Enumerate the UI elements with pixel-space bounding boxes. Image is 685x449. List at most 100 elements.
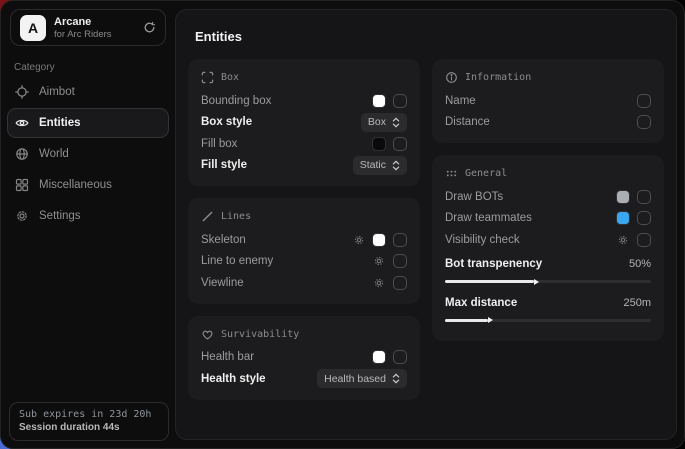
setting-label: Skeleton [201,234,246,246]
information-panel: Information Name Distance [432,59,664,143]
fill-box-checkbox[interactable] [393,137,407,151]
setting-row-bounding-box: Bounding box [201,90,407,112]
setting-row-draw-bots: Draw BOTs [445,186,651,208]
grid-icon [15,178,29,192]
settings-cog-icon[interactable] [617,234,629,246]
sidebar-item-label: Settings [39,210,81,222]
box-panel: Box Bounding box Box style Box [188,59,420,186]
box-style-dropdown[interactable]: Box [361,113,407,132]
app-title: Arcane [54,16,135,28]
crosshair-icon [15,85,29,99]
sidebar-item-label: Entities [39,117,81,129]
setting-row-viewline: Viewline [201,272,407,294]
survivability-panel: Survivability Health bar Health style He… [188,316,420,400]
setting-label: Visibility check [445,234,520,246]
bot-transparency-slider[interactable] [445,280,651,283]
subscription-card: Sub expires in 23d 20h Session duration … [9,402,169,441]
settings-cog-icon[interactable] [353,234,365,246]
left-column: Box Bounding box Box style Box [188,59,420,400]
sidebar-item-miscellaneous[interactable]: Miscellaneous [7,170,169,200]
color-swatch[interactable] [617,191,629,203]
setting-label: Bot transpenency [445,258,542,270]
max-distance-slider[interactable] [445,319,651,322]
viewline-checkbox[interactable] [393,276,407,290]
color-swatch[interactable] [373,351,385,363]
setting-label: Bounding box [201,95,271,107]
setting-row-skeleton: Skeleton [201,229,407,251]
panel-title: Survivability [221,329,299,340]
line-to-enemy-checkbox[interactable] [393,254,407,268]
heart-icon [201,328,214,341]
visibility-check-checkbox[interactable] [637,233,651,247]
skeleton-checkbox[interactable] [393,233,407,247]
sidebar-item-label: World [39,148,69,160]
dropdown-value: Health based [324,373,386,385]
dots-grid-icon [445,167,458,180]
right-column: Information Name Distance [432,59,664,400]
slider-fill [445,319,488,322]
settings-cog-icon[interactable] [373,277,385,289]
color-swatch[interactable] [373,138,385,150]
line-icon [201,210,214,223]
setting-row-name: Name [445,90,651,112]
lines-panel: Lines Skeleton Line to enemy [188,198,420,304]
setting-row-distance: Distance [445,112,651,134]
setting-label: Health bar [201,351,254,363]
bot-transparency-group: Bot transpenency 50% [445,254,651,284]
bounding-box-checkbox[interactable] [393,94,407,108]
setting-label: Fill box [201,138,237,150]
setting-label: Distance [445,116,490,128]
draw-teammates-checkbox[interactable] [637,211,651,225]
setting-label: Viewline [201,277,244,289]
panel-title: Information [465,72,531,83]
sidebar-item-world[interactable]: World [7,139,169,169]
panel-title: Lines [221,211,251,222]
dropdown-value: Static [360,159,386,171]
eye-icon [15,116,29,130]
chevrons-up-down-icon [392,117,400,128]
app-window: A Arcane for Arc Riders Category Aimbot [0,0,685,449]
app-subtitle: for Arc Riders [54,29,135,40]
setting-row-line-to-enemy: Line to enemy [201,251,407,273]
color-swatch[interactable] [373,234,385,246]
info-icon [445,71,458,84]
main-content: Entities Box Bounding box [175,9,677,440]
setting-row-visibility-check: Visibility check [445,229,651,251]
slider-value: 50% [629,258,651,270]
setting-label: Box style [201,116,252,128]
setting-row-fill-box: Fill box [201,133,407,155]
brand-text: Arcane for Arc Riders [54,16,135,40]
setting-label: Name [445,95,476,107]
name-checkbox[interactable] [637,94,651,108]
sidebar-item-label: Miscellaneous [39,179,112,191]
corners-icon [201,71,214,84]
health-style-dropdown[interactable]: Health based [317,369,407,388]
fill-style-dropdown[interactable]: Static [353,156,407,175]
color-swatch[interactable] [617,212,629,224]
setting-label: Health style [201,373,266,385]
setting-row-draw-teammates: Draw teammates [445,208,651,230]
health-bar-checkbox[interactable] [393,350,407,364]
sidebar-item-label: Aimbot [39,86,75,98]
setting-label: Draw teammates [445,212,532,224]
color-swatch[interactable] [373,95,385,107]
session-duration-text: Session duration 44s [19,422,159,433]
sidebar: A Arcane for Arc Riders Category Aimbot [1,1,175,448]
setting-label: Max distance [445,297,517,309]
setting-row-health-style: Health style Health based [201,368,407,390]
distance-checkbox[interactable] [637,115,651,129]
sidebar-item-aimbot[interactable]: Aimbot [7,77,169,107]
setting-label: Draw BOTs [445,191,503,203]
refresh-icon[interactable] [143,21,156,34]
brand-card: A Arcane for Arc Riders [10,9,166,46]
panel-title: Box [221,72,239,83]
sidebar-item-settings[interactable]: Settings [7,201,169,231]
settings-cog-icon[interactable] [373,255,385,267]
draw-bots-checkbox[interactable] [637,190,651,204]
app-logo: A [20,15,46,41]
max-distance-group: Max distance 250m [445,292,651,322]
sidebar-item-entities[interactable]: Entities [7,108,169,138]
setting-row-fill-style: Fill style Static [201,155,407,177]
slider-value: 250m [623,297,651,309]
page-title: Entities [195,29,664,44]
